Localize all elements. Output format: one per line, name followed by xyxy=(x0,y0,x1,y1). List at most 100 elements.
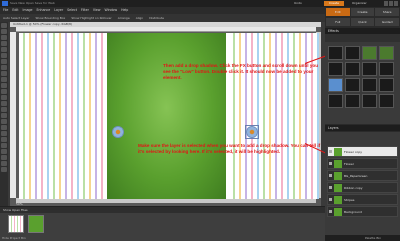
red-eye-tool-icon[interactable] xyxy=(1,95,7,100)
zoom-tool-icon[interactable] xyxy=(1,29,7,34)
close-icon[interactable] xyxy=(394,1,398,6)
hide-project-bin-button[interactable]: Hide Project Bin xyxy=(2,236,26,240)
menu-file[interactable]: File xyxy=(3,7,8,14)
vertical-ruler xyxy=(10,32,16,198)
tab-edit[interactable]: Edit xyxy=(326,8,350,16)
horizontal-ruler xyxy=(16,27,316,32)
shape-tool-icon[interactable] xyxy=(1,143,7,148)
layer-thumbnail xyxy=(334,208,342,216)
foreground-color-swatch[interactable] xyxy=(1,167,7,172)
minimize-icon[interactable] xyxy=(384,1,388,6)
quick-selection-tool-icon[interactable] xyxy=(1,65,7,70)
effect-thumb[interactable] xyxy=(328,46,343,60)
layer-row[interactable]: Flower xyxy=(327,158,398,169)
bounding-box[interactable] xyxy=(245,125,259,139)
layer-row[interactable]: Ribbon copy xyxy=(327,182,398,193)
lasso-tool-icon[interactable] xyxy=(1,53,7,58)
layer-name: Ribbon copy xyxy=(344,186,363,190)
eye-icon[interactable] xyxy=(329,150,332,153)
menu-edit[interactable]: Edit xyxy=(12,7,18,14)
menu-filter[interactable]: Filter xyxy=(81,7,89,14)
sponge-tool-icon[interactable] xyxy=(1,155,7,160)
eye-icon[interactable] xyxy=(329,162,332,165)
effect-thumb[interactable] xyxy=(379,94,394,108)
menu-select[interactable]: Select xyxy=(67,7,77,14)
eye-icon[interactable] xyxy=(329,174,332,177)
effect-thumb[interactable] xyxy=(345,78,360,92)
eyedropper-tool-icon[interactable] xyxy=(1,41,7,46)
eye-icon[interactable] xyxy=(329,210,332,213)
layers-panel-header[interactable]: Layers xyxy=(325,125,400,131)
effect-thumb[interactable] xyxy=(362,94,377,108)
tab-quick[interactable]: Quick xyxy=(350,18,375,26)
healing-brush-tool-icon[interactable] xyxy=(1,101,7,106)
palette-bin: Edit Create Share Full Quick Guided Effe… xyxy=(325,7,400,241)
effect-thumb[interactable] xyxy=(345,46,360,60)
tab-share[interactable]: Share xyxy=(375,8,400,16)
brush-tool-icon[interactable] xyxy=(1,119,7,124)
effect-thumb[interactable] xyxy=(362,46,377,60)
menu-enhance[interactable]: Enhance xyxy=(37,7,51,14)
move-tool-icon[interactable] xyxy=(1,23,7,28)
cookie-cutter-tool-icon[interactable] xyxy=(1,83,7,88)
effect-thumb[interactable] xyxy=(379,62,394,76)
menu-window[interactable]: Window xyxy=(104,7,117,14)
magic-wand-tool-icon[interactable] xyxy=(1,59,7,64)
effect-thumb[interactable] xyxy=(379,46,394,60)
effects-category-bar[interactable] xyxy=(325,34,400,42)
clone-stamp-tool-icon[interactable] xyxy=(1,107,7,112)
eye-icon[interactable] xyxy=(329,186,332,189)
hand-tool-icon[interactable] xyxy=(1,35,7,40)
paint-bucket-tool-icon[interactable] xyxy=(1,131,7,136)
arrange-dropdown[interactable]: Arrange xyxy=(118,16,130,20)
show-highlight-checkbox[interactable]: Show Highlight on Rollover xyxy=(71,16,111,20)
layers-panel: Flower copy Flower BG_PaperGreen Ribbon … xyxy=(325,132,400,241)
project-thumbnail-2[interactable] xyxy=(28,215,44,233)
canvas[interactable] xyxy=(19,33,319,199)
layer-row-selected[interactable]: Flower copy xyxy=(327,146,398,157)
undo-button[interactable]: Undo xyxy=(294,1,302,5)
blur-tool-icon[interactable] xyxy=(1,149,7,154)
project-thumbnail-1[interactable] xyxy=(8,215,24,233)
menu-image[interactable]: Image xyxy=(23,7,33,14)
effect-thumb[interactable] xyxy=(362,78,377,92)
title-quick-actions[interactable]: Save New Open Save for Web xyxy=(10,0,55,7)
effect-thumb[interactable] xyxy=(345,94,360,108)
tab-full[interactable]: Full xyxy=(326,18,350,26)
menu-view[interactable]: View xyxy=(93,7,101,14)
gradient-tool-icon[interactable] xyxy=(1,137,7,142)
show-bounding-box-checkbox[interactable]: Show Bounding Box xyxy=(36,16,66,20)
show-open-files-dropdown[interactable]: Show Open Files xyxy=(0,207,325,213)
distribute-dropdown[interactable]: Distribute xyxy=(149,16,164,20)
edit-subtabs: Full Quick Guided xyxy=(325,17,400,27)
organizer-button[interactable]: Organizer xyxy=(352,1,367,5)
eraser-tool-icon[interactable] xyxy=(1,113,7,118)
effect-thumb[interactable] xyxy=(328,62,343,76)
effect-thumb[interactable] xyxy=(362,62,377,76)
effect-thumb[interactable] xyxy=(328,94,343,108)
eye-icon[interactable] xyxy=(329,198,332,201)
flower-element[interactable] xyxy=(112,126,124,138)
layer-row[interactable]: Stripes xyxy=(327,194,398,205)
menu-layer[interactable]: Layer xyxy=(54,7,63,14)
straighten-tool-icon[interactable] xyxy=(1,89,7,94)
layer-row[interactable]: Background xyxy=(327,206,398,217)
layer-row[interactable]: BG_PaperGreen xyxy=(327,170,398,181)
maximize-icon[interactable] xyxy=(389,1,393,6)
type-tool-icon[interactable] xyxy=(1,71,7,76)
effect-thumb[interactable] xyxy=(379,78,394,92)
low-drop-shadow-thumb[interactable] xyxy=(328,78,343,92)
menu-help[interactable]: Help xyxy=(121,7,128,14)
auto-select-layer-checkbox[interactable]: Auto Select Layer xyxy=(3,16,30,20)
tab-guided[interactable]: Guided xyxy=(375,18,400,26)
marquee-tool-icon[interactable] xyxy=(1,47,7,52)
create-button[interactable]: Create xyxy=(324,1,344,6)
effect-thumb[interactable] xyxy=(345,62,360,76)
tab-create[interactable]: Create xyxy=(350,8,375,16)
smart-brush-tool-icon[interactable] xyxy=(1,125,7,130)
pencil-tool-icon[interactable] xyxy=(1,161,7,166)
align-dropdown[interactable]: Align xyxy=(136,16,144,20)
window-controls[interactable] xyxy=(384,1,398,6)
crop-tool-icon[interactable] xyxy=(1,77,7,82)
palette-bin-footer[interactable]: Palette Bin xyxy=(325,235,400,241)
